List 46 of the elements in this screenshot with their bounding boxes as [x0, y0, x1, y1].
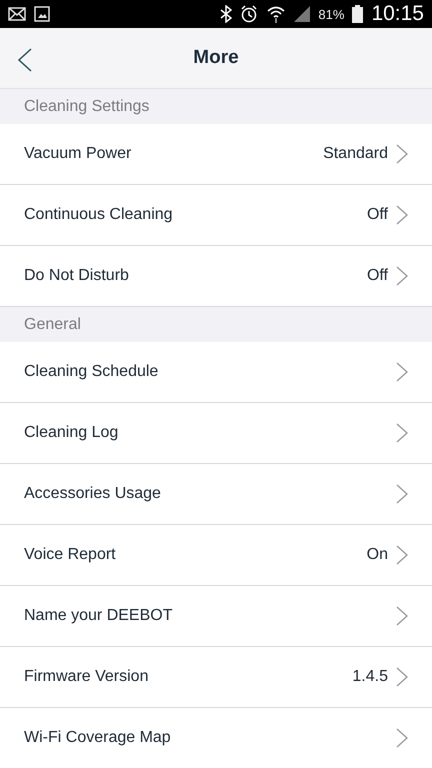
page-title: More	[193, 47, 239, 69]
settings-row[interactable]: Name your DEEBOT	[0, 586, 432, 647]
settings-row[interactable]: Continuous Cleaning Off	[0, 185, 432, 246]
back-icon	[18, 48, 32, 72]
row-label: Vacuum Power	[24, 145, 132, 163]
row-value: Off	[366, 206, 388, 224]
row-label: Cleaning Log	[24, 424, 120, 442]
row-label: Wi-Fi Coverage Map	[24, 729, 172, 747]
chevron-right-icon	[396, 144, 408, 164]
signal-icon	[294, 6, 310, 22]
alarm-icon	[240, 5, 258, 23]
chevron-right-icon	[396, 266, 408, 286]
battery-percent: 81%	[318, 6, 344, 22]
chevron-right-icon	[396, 362, 408, 382]
chevron-right-icon	[396, 728, 408, 748]
row-label: Voice Report	[24, 546, 117, 564]
gallery-icon	[34, 6, 50, 22]
row-value: 1.4.5	[352, 668, 388, 686]
settings-row[interactable]: Voice Report On	[0, 525, 432, 586]
mail-icon	[8, 7, 26, 21]
settings-row[interactable]: Accessories Usage	[0, 464, 432, 525]
row-label: Name your DEEBOT	[24, 607, 174, 625]
chevron-right-icon	[396, 205, 408, 225]
row-label: Do Not Disturb	[24, 267, 130, 285]
chevron-right-icon	[396, 606, 408, 626]
settings-row[interactable]: Cleaning Log	[0, 403, 432, 464]
row-value: Off	[366, 267, 388, 285]
battery-icon	[352, 5, 364, 23]
chevron-right-icon	[396, 667, 408, 687]
row-value: On	[366, 546, 388, 564]
row-label: Continuous Cleaning	[24, 206, 174, 224]
row-label: Cleaning Schedule	[24, 363, 160, 381]
settings-row[interactable]: Firmware Version 1.4.5	[0, 647, 432, 708]
settings-row[interactable]: Cleaning Schedule	[0, 342, 432, 403]
settings-row[interactable]: Vacuum Power Standard	[0, 124, 432, 185]
clock-time: 10:15	[371, 2, 424, 26]
settings-row[interactable]: Do Not Disturb Off	[0, 246, 432, 307]
row-label: Firmware Version	[24, 668, 150, 686]
wifi-icon	[266, 5, 286, 23]
chevron-right-icon	[396, 545, 408, 565]
chevron-right-icon	[396, 423, 408, 443]
bluetooth-icon	[220, 5, 232, 23]
chevron-right-icon	[396, 484, 408, 504]
row-value: Standard	[323, 145, 388, 163]
settings-row[interactable]: Wi-Fi Coverage Map	[0, 708, 432, 768]
row-label: Accessories Usage	[24, 485, 162, 503]
